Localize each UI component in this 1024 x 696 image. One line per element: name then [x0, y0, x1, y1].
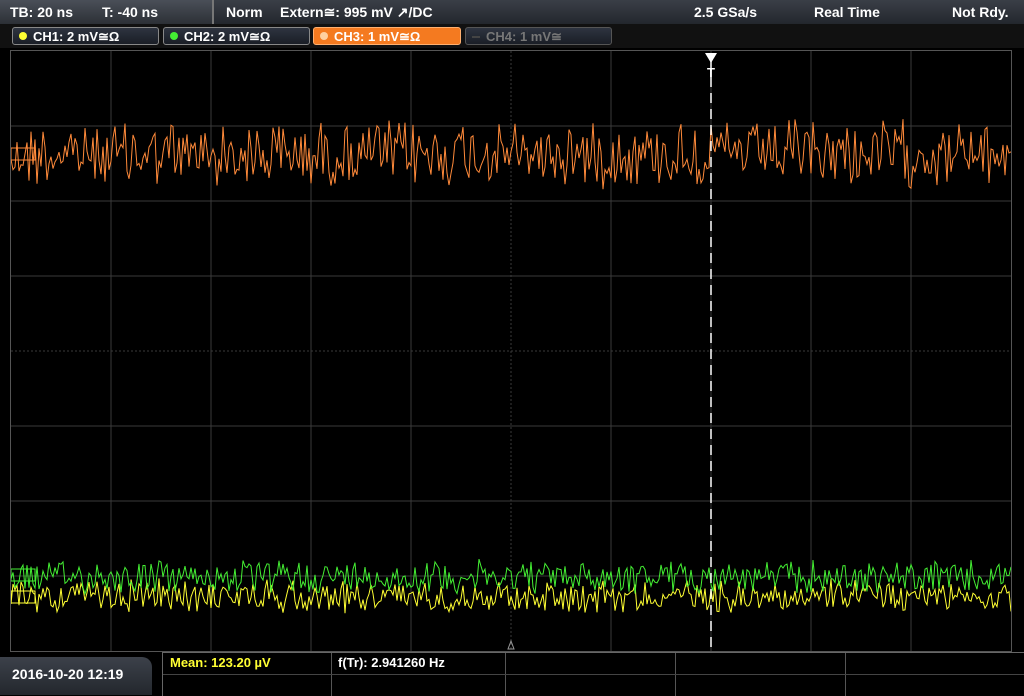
channel-3-button[interactable]: CH3: 1 mV≅Ω [313, 27, 461, 45]
measurement-table [162, 652, 1024, 696]
channel-4-button[interactable]: CH4: 1 mV≅ [465, 27, 612, 45]
waveform-canvas[interactable]: T [10, 51, 1012, 651]
status-bar: TB: 20 ns T: -40 ns Norm Extern≅: 995 mV… [0, 0, 1024, 24]
waveform-display[interactable]: T [10, 50, 1012, 652]
channel-3-indicator-icon [320, 32, 328, 40]
channel-3-offset-marker[interactable] [10, 147, 36, 161]
trigger-arrow-icon[interactable] [705, 53, 717, 63]
mean-measurement[interactable]: Mean: 123.20 µV [170, 653, 271, 673]
channel-3-trace [10, 119, 1012, 190]
trigger-marker-label: T [707, 65, 715, 80]
channel-1-button[interactable]: CH1: 2 mV≅Ω [12, 27, 159, 45]
channel-4-indicator-icon [472, 36, 480, 38]
channel-1-indicator-icon [19, 32, 27, 40]
channel-2-indicator-icon [170, 32, 178, 40]
trigger-source-label[interactable]: Extern≅: 995 mV ↗/DC [280, 4, 433, 21]
frequency-measurement[interactable]: f(Tr): 2.941260 Hz [338, 653, 445, 673]
run-status-label: Not Rdy. [952, 4, 1009, 20]
channel-4-label: CH4: 1 mV≅ [486, 29, 562, 44]
timebase-label[interactable]: TB: 20 ns [10, 4, 73, 20]
sample-rate-label: 2.5 GSa/s [694, 4, 758, 20]
date-time-panel: 2016-10-20 12:19 [0, 657, 152, 695]
channel-3-label: CH3: 1 mV≅Ω [334, 29, 421, 44]
graticule [11, 51, 1011, 651]
date-time-label: 2016-10-20 12:19 [12, 666, 124, 682]
channel-2-label: CH2: 2 mV≅Ω [184, 29, 271, 44]
channel-1-offset-marker[interactable] [10, 590, 36, 604]
channel-1-label: CH1: 2 mV≅Ω [33, 29, 120, 44]
acquisition-mode-label: Real Time [814, 4, 880, 20]
channel-bar: CH1: 2 mV≅Ω CH2: 2 mV≅Ω CH3: 1 mV≅Ω CH4:… [0, 24, 1024, 48]
trigger-mode-label[interactable]: Norm [226, 4, 263, 20]
channel-2-button[interactable]: CH2: 2 mV≅Ω [163, 27, 310, 45]
measurement-row-divider [163, 674, 1024, 675]
trigger-position-label[interactable]: T: -40 ns [102, 4, 158, 20]
